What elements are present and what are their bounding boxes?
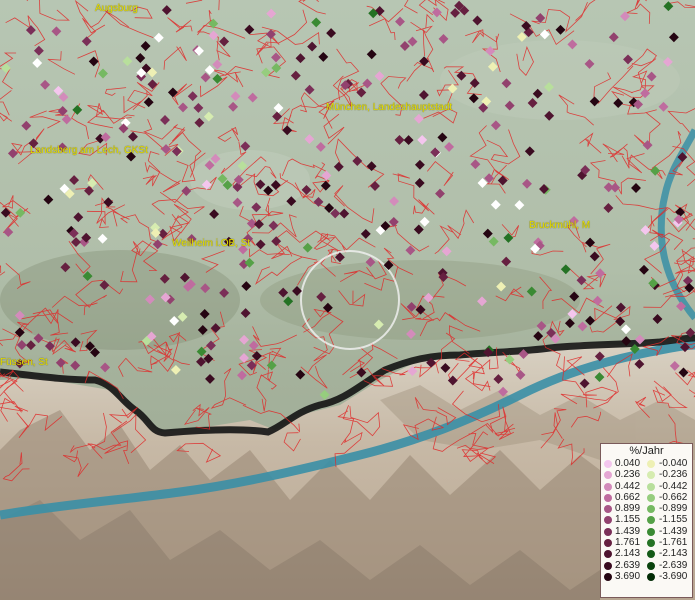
legend-swatch-negative [647, 572, 655, 581]
legend-value-positive: 0.040 [615, 458, 641, 469]
place-label-fuessen: Füssen, St [0, 357, 48, 368]
legend-swatch-positive [604, 539, 612, 548]
legend-row: 0.662 -0.662 [601, 492, 692, 503]
legend-swatch-negative [647, 482, 655, 491]
legend-row: 0.899 -0.899 [601, 503, 692, 514]
legend-value-negative: -0.442 [659, 480, 688, 492]
legend-row: 2.143 -2.143 [601, 548, 692, 559]
legend-swatch-negative [647, 493, 655, 502]
legend-swatch-positive [604, 493, 612, 502]
legend-rows: 0.040 -0.040 0.236 -0.236 0.442 -0.442 0.662 -0… [601, 458, 692, 582]
legend-panel: %/Jahr 0.040 -0.040 0.236 -0.236 0.442 -0.442… [600, 443, 693, 598]
legend-swatch-positive [604, 561, 612, 570]
legend-swatch-negative [647, 505, 655, 514]
legend-value-negative: -1.155 [659, 514, 688, 526]
map-canvas[interactable] [0, 0, 695, 600]
legend-value-negative: -2.639 [659, 559, 688, 571]
legend-swatch-negative [647, 561, 655, 570]
legend-value-negative: -0.040 [659, 458, 688, 469]
legend-value-positive: 3.690 [615, 570, 641, 582]
legend-value-negative: -2.143 [659, 548, 688, 560]
legend-row: 1.155 -1.155 [601, 514, 692, 525]
legend-swatch-negative [647, 550, 655, 559]
legend-swatch-positive [604, 516, 612, 525]
legend-swatch-negative [647, 527, 655, 536]
legend-swatch-negative [647, 460, 655, 468]
place-label-bruckmuehl: Bruckmühl, M [529, 220, 591, 231]
legend-value-positive: 0.442 [615, 480, 641, 492]
legend-row: 2.639 -2.639 [601, 560, 692, 571]
legend-value-negative: -0.236 [659, 469, 688, 481]
legend-title: %/Jahr [629, 445, 664, 457]
legend-swatch-positive [604, 527, 612, 536]
legend-swatch-negative [647, 516, 655, 525]
legend-value-positive: 2.143 [615, 548, 641, 560]
legend-value-negative: -3.690 [659, 570, 688, 582]
legend-value-positive: 1.761 [615, 537, 641, 549]
legend-value-positive: 0.899 [615, 503, 641, 515]
legend-swatch-negative [647, 539, 655, 548]
legend-value-negative: -0.662 [659, 491, 688, 503]
legend-value-negative: -1.439 [659, 525, 688, 537]
legend-value-positive: 0.236 [615, 469, 641, 481]
place-label-landsberg: Landsberg am Lech, GKSt [30, 145, 148, 156]
legend-swatch-positive [604, 482, 612, 491]
place-label-augsburg: Augsburg [95, 3, 138, 14]
legend-swatch-positive [604, 572, 612, 581]
place-label-weilheim: Weilheim i.OB, St [172, 238, 251, 249]
legend-swatch-negative [647, 471, 655, 480]
legend-row: 0.442 -0.442 [601, 481, 692, 492]
legend-value-positive: 0.662 [615, 491, 641, 503]
legend-value-negative: -1.761 [659, 537, 688, 549]
legend-row: 0.236 -0.236 [601, 469, 692, 480]
legend-value-positive: 2.639 [615, 559, 641, 571]
legend-swatch-positive [604, 550, 612, 559]
legend-value-negative: -0.899 [659, 503, 688, 515]
place-label-muenchen: München, Landeshauptstadt [326, 102, 453, 113]
legend-swatch-positive [604, 460, 612, 468]
legend-swatch-positive [604, 505, 612, 514]
legend-row: 1.439 -1.439 [601, 526, 692, 537]
legend-row: 1.761 -1.761 [601, 537, 692, 548]
legend-row: 3.690 -3.690 [601, 571, 692, 582]
legend-row: 0.040 -0.040 [601, 458, 692, 469]
legend-swatch-positive [604, 471, 612, 480]
legend-value-positive: 1.439 [615, 525, 641, 537]
legend-value-positive: 1.155 [615, 514, 641, 526]
